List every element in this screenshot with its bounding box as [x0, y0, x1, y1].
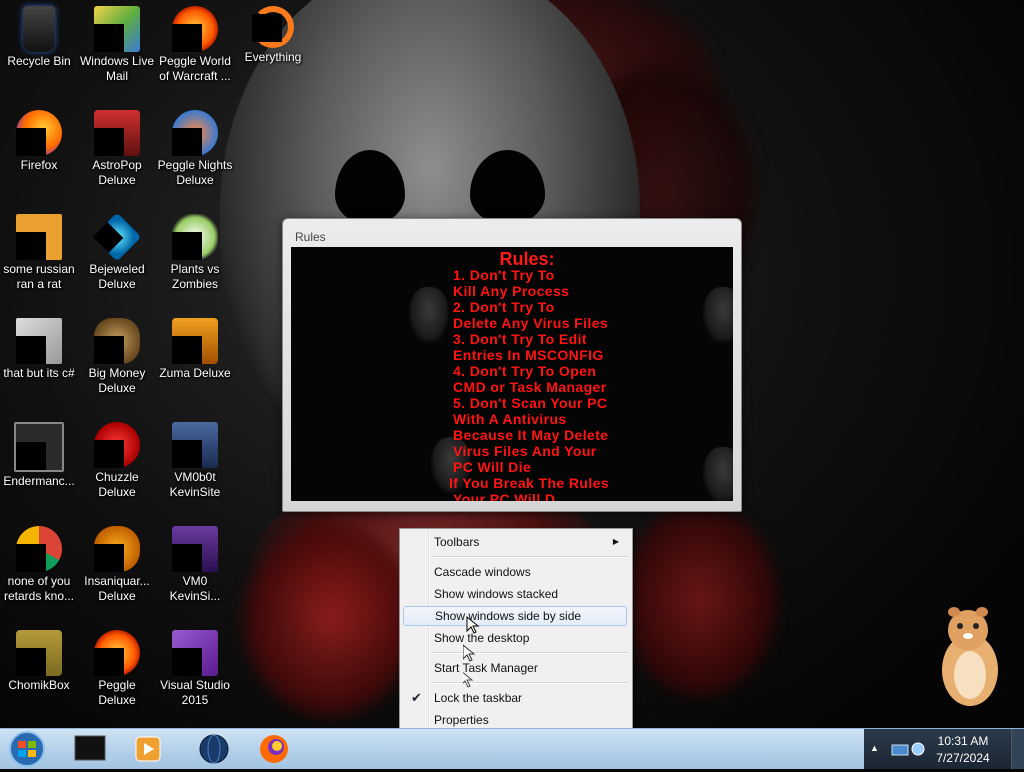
everything-search-icon: [252, 6, 294, 48]
rules-content: Rules: 1. Don't Try To Kill Any Process …: [291, 247, 733, 501]
taskbar-context-menu: Toolbars ▶ Cascade windows Show windows …: [399, 528, 633, 735]
desktop-icon-big-money[interactable]: Big Money Deluxe: [78, 318, 156, 396]
system-tray: ▲ 10:31 AM 7/27/2024: [864, 729, 1024, 769]
menu-item-cascade-windows[interactable]: Cascade windows: [403, 562, 627, 582]
peggle-icon: [94, 630, 140, 676]
rule-line: If You Break The Rules: [449, 475, 609, 491]
desktop-icon-peggle-nights[interactable]: Peggle Nights Deluxe: [156, 110, 234, 188]
desktop-icon-windows-live-mail[interactable]: Windows Live Mail: [78, 6, 156, 84]
show-hidden-icons-icon[interactable]: ▲: [870, 743, 879, 753]
desktop-icon-zuma[interactable]: Zuma Deluxe: [156, 318, 234, 381]
rule-line: 5. Don't Scan Your PC: [453, 395, 608, 411]
desktop-icon-astropop[interactable]: AstroPop Deluxe: [78, 110, 156, 188]
desktop-icon-endermanc[interactable]: Endermanc...: [0, 422, 78, 489]
desktop-icon-peggle-deluxe[interactable]: Peggle Deluxe: [78, 630, 156, 708]
vm-icon: [172, 526, 218, 572]
menu-separator: [431, 652, 629, 654]
menu-item-lock-the-taskbar[interactable]: ✔ Lock the taskbar: [403, 688, 627, 708]
start-button[interactable]: [4, 730, 50, 768]
submenu-arrow-icon: ▶: [612, 537, 619, 546]
skull-image: [409, 287, 449, 343]
desktop-icon-none-of-you[interactable]: none of you retards kno...: [0, 526, 78, 604]
rule-line: 4. Don't Try To Open: [453, 363, 597, 379]
visual-studio-icon: [172, 630, 218, 676]
peggle-wow-icon: [172, 6, 218, 52]
menu-item-start-task-manager[interactable]: Start Task Manager: [403, 658, 627, 678]
taskbar[interactable]: ▲ 10:31 AM 7/27/2024: [0, 728, 1024, 769]
rule-line: 3. Don't Try To Edit: [453, 331, 587, 347]
desktop-icon-everything[interactable]: Everything: [234, 6, 312, 65]
menu-item-toolbars[interactable]: Toolbars ▶: [403, 532, 627, 552]
clock-time[interactable]: 10:31 AM: [928, 734, 998, 748]
rules-list: 1. Don't Try To Kill Any Process 2. Don'…: [449, 267, 733, 501]
rules-window[interactable]: Rules Rules: 1. Don't Try To Kill Any Pr…: [282, 218, 742, 512]
desktop-icon-some-russian[interactable]: some russian ran a rat: [0, 214, 78, 292]
chuzzle-icon: [94, 422, 140, 468]
rule-line: Kill Any Process: [453, 283, 570, 299]
desktop-icon-insaniquarium[interactable]: Insaniquar... Deluxe: [78, 526, 156, 604]
menu-item-show-the-desktop[interactable]: Show the desktop: [403, 628, 627, 648]
big-money-icon: [94, 318, 140, 364]
rule-line: With A Antivirus: [453, 411, 567, 427]
firefox-icon: [260, 735, 288, 763]
window-title: Rules: [295, 230, 326, 244]
desktop-icon-peggle-wow[interactable]: Peggle World of Warcraft ...: [156, 6, 234, 84]
taskbar-button-firefox[interactable]: [246, 731, 302, 767]
menu-separator: [431, 682, 629, 684]
taskbar-button-globe[interactable]: [186, 731, 242, 767]
astropop-icon: [94, 110, 140, 156]
rule-line: Delete Any Virus Files: [453, 315, 609, 331]
media-player-icon: [135, 736, 161, 762]
menu-item-show-windows-stacked[interactable]: Show windows stacked: [403, 584, 627, 604]
desktop-icon-visual-studio[interactable]: Visual Studio 2015: [156, 630, 234, 708]
chrome-icon: [16, 526, 62, 572]
rule-line: 2. Don't Try To: [453, 299, 555, 315]
plants-vs-zombies-icon: [172, 214, 218, 260]
document-stack-icon: [16, 318, 62, 364]
recycle-bin-icon: [23, 6, 55, 52]
menu-item-show-windows-side-by-side[interactable]: Show windows side by side: [403, 606, 627, 626]
desktop-icon-plants-vs-zombies[interactable]: Plants vs Zombies: [156, 214, 234, 292]
console-app-icon: [14, 422, 64, 472]
chomikbox-icon: [16, 630, 62, 676]
show-desktop-button[interactable]: [1011, 729, 1024, 769]
taskbar-button-media-player[interactable]: [120, 731, 176, 767]
clock-date[interactable]: 7/27/2024: [928, 751, 998, 765]
windows-live-mail-icon: [94, 6, 140, 52]
rule-line: 1. Don't Try To: [453, 267, 555, 283]
hamster-image: [942, 607, 998, 706]
desktop-icon-vm0-kevinsi[interactable]: VM0 KevinSi...: [156, 526, 234, 604]
desktop-icon-chomikbox[interactable]: ChomikBox: [0, 630, 78, 693]
peggle-nights-icon: [172, 110, 218, 156]
rule-line: PC Will Die: [453, 459, 532, 475]
firefox-icon: [16, 110, 62, 156]
desktop-icon-bejeweled[interactable]: Bejeweled Deluxe: [78, 212, 156, 292]
menu-separator: [431, 556, 629, 558]
desktop-icon-that-but-its-csharp[interactable]: that but its c#: [0, 318, 78, 381]
rule-line: Virus Files And Your: [453, 443, 597, 459]
checkmark-icon: ✔: [411, 690, 422, 705]
desktop-icon-chuzzle[interactable]: Chuzzle Deluxe: [78, 422, 156, 500]
taskbar-button-cmd[interactable]: [62, 731, 118, 767]
desktop-icon-vm0b0t-kevinsite[interactable]: VM0b0t KevinSite: [156, 422, 234, 500]
zuma-icon: [172, 318, 218, 364]
menu-item-properties[interactable]: Properties: [403, 710, 627, 730]
file-icon: [16, 214, 62, 260]
rule-line: Entries In MSCONFIG: [453, 347, 604, 363]
bejeweled-icon: [92, 212, 142, 262]
desktop-icon-recycle-bin[interactable]: Recycle Bin: [0, 6, 78, 69]
rule-line: Because It May Delete: [453, 427, 609, 443]
network-icon[interactable]: [890, 739, 926, 759]
rule-line: Your PC Will D...: [453, 491, 569, 501]
rule-line: CMD or Task Manager: [453, 379, 607, 395]
mouse-cursor-icon: [463, 615, 480, 688]
cmd-icon: [74, 735, 106, 761]
globe-icon: [199, 734, 229, 764]
insaniquarium-icon: [94, 526, 140, 572]
desktop-icon-firefox[interactable]: Firefox: [0, 110, 78, 173]
vm-icon: [172, 422, 218, 468]
